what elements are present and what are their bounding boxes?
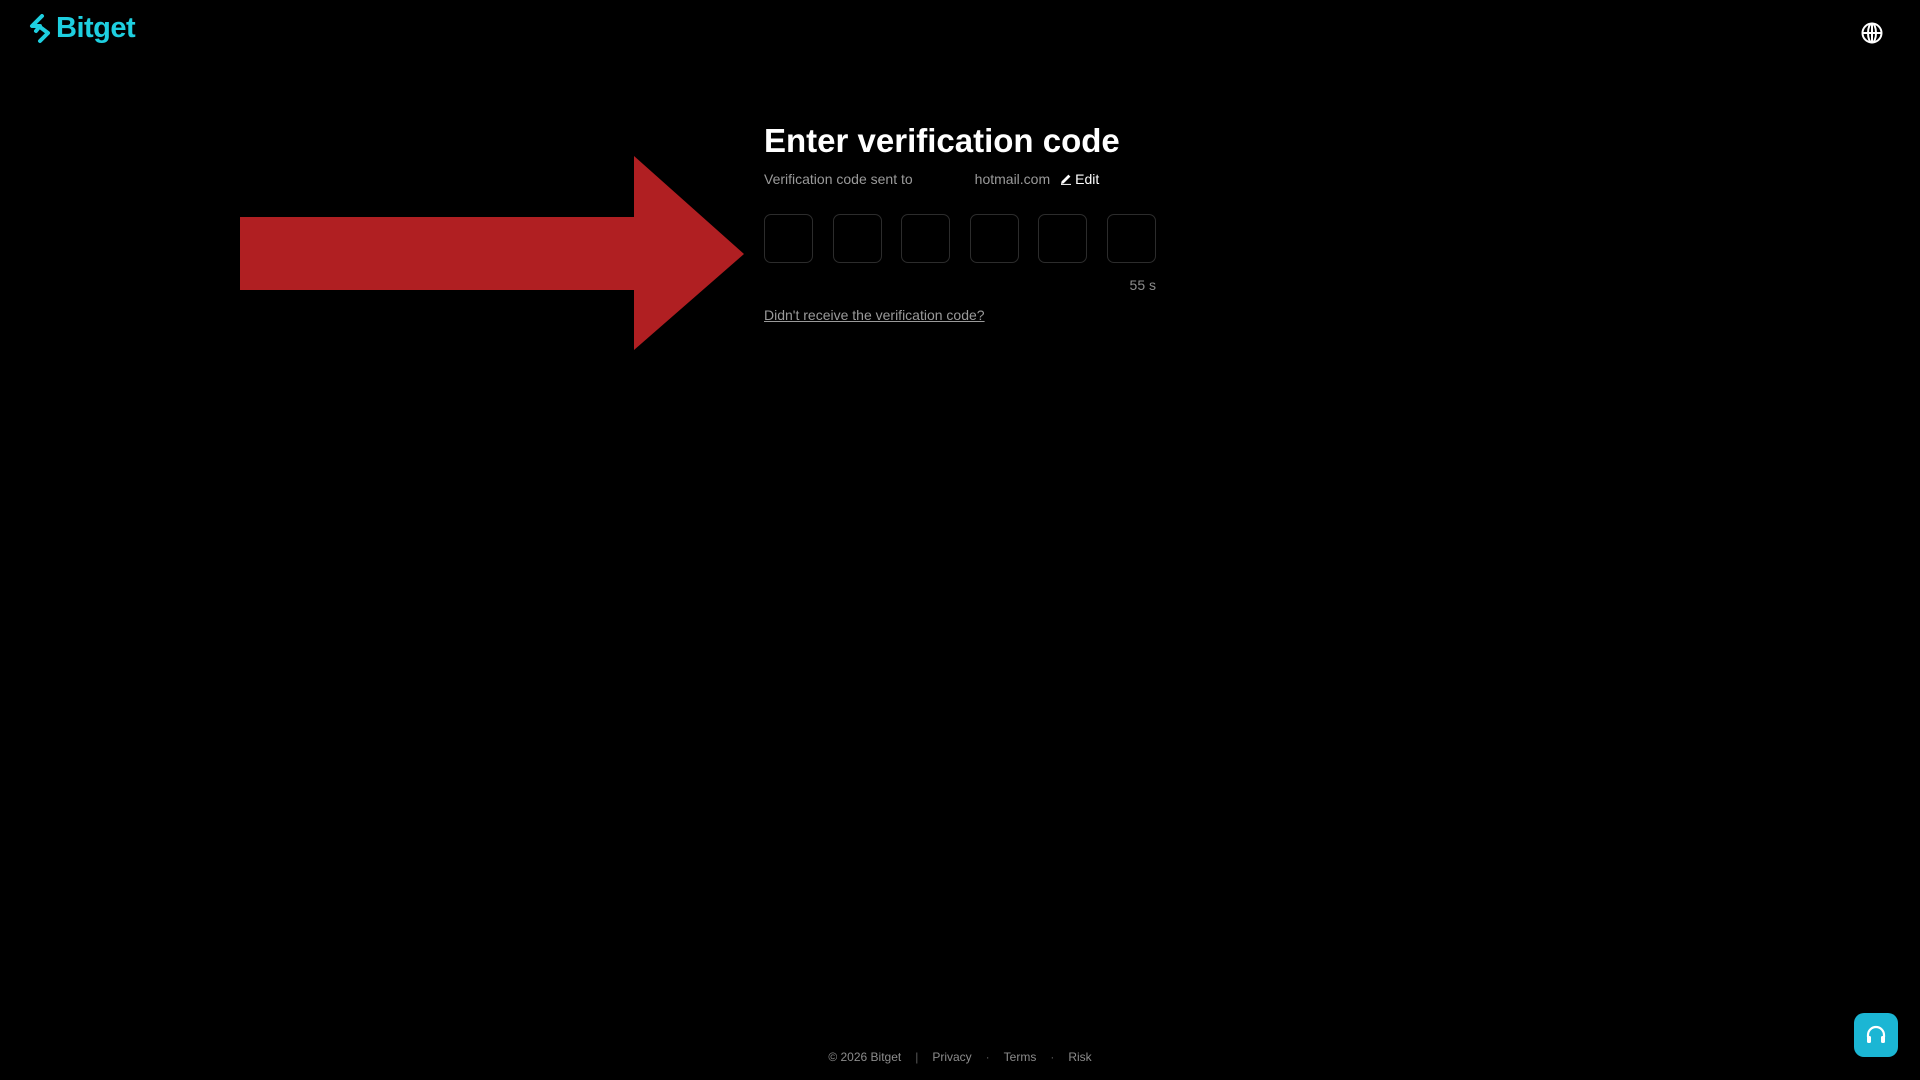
verification-form: Enter verification code Verification cod… xyxy=(764,120,1156,325)
subtitle-text: Verification code sent to xyxy=(764,171,913,187)
footer-risk-link[interactable]: Risk xyxy=(1068,1050,1091,1064)
code-digit-3[interactable] xyxy=(901,214,951,263)
edit-label: Edit xyxy=(1075,171,1100,187)
footer-terms-link[interactable]: Terms xyxy=(1004,1050,1037,1064)
subtitle-row: Verification code sent to hotmail.com Ed… xyxy=(764,170,1156,188)
bitget-logo-icon xyxy=(30,13,50,43)
footer-privacy-link[interactable]: Privacy xyxy=(932,1050,971,1064)
resend-code-link[interactable]: Didn't receive the verification code? xyxy=(764,307,985,323)
code-digit-2[interactable] xyxy=(832,214,882,263)
edit-email-button[interactable]: Edit xyxy=(1060,171,1099,187)
code-digit-5[interactable] xyxy=(1038,214,1088,263)
code-input-row xyxy=(764,214,1156,263)
language-button[interactable] xyxy=(1860,21,1884,45)
footer-dot-separator: · xyxy=(1050,1050,1055,1064)
verification-page: Bitget Enter verification code Verificat… xyxy=(0,0,1920,1080)
headset-icon xyxy=(1866,1025,1886,1043)
footer-copyright: © 2026 Bitget xyxy=(828,1050,902,1064)
footer-divider: | xyxy=(915,1050,919,1064)
red-arrow-annotation xyxy=(240,156,744,350)
bitget-logo[interactable]: Bitget xyxy=(28,12,136,45)
code-digit-1[interactable] xyxy=(764,214,813,263)
page-title: Enter verification code xyxy=(764,122,1120,159)
customer-support-button[interactable] xyxy=(1854,1013,1898,1057)
footer: © 2026 Bitget | Privacy · Terms · Risk xyxy=(0,1050,1920,1064)
logo-text: Bitget xyxy=(56,12,136,44)
code-digit-4[interactable] xyxy=(969,214,1019,263)
masked-email: hotmail.com xyxy=(974,171,1051,187)
resend-countdown: 55 s xyxy=(1129,277,1156,293)
pencil-icon xyxy=(1061,174,1072,185)
code-digit-6[interactable] xyxy=(1106,214,1156,263)
globe-icon xyxy=(1861,22,1883,44)
footer-dot-separator: · xyxy=(985,1050,990,1064)
